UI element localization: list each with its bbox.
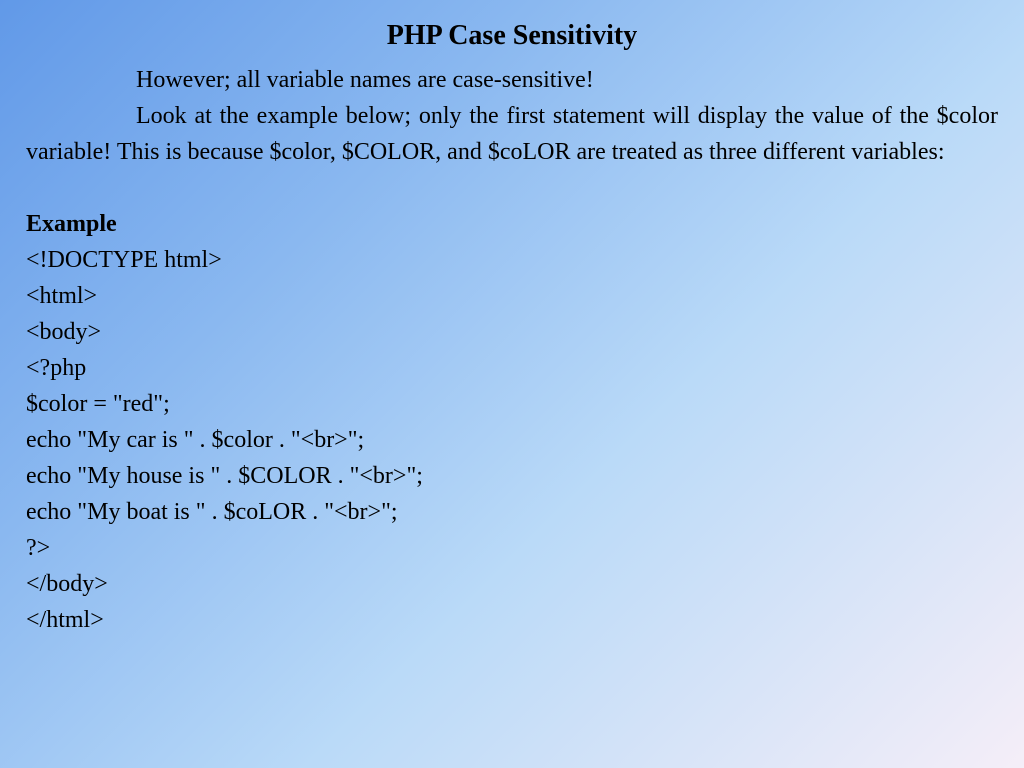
code-line-10: </body> [26,566,998,602]
code-line-4: <?php [26,350,998,386]
example-heading: Example [26,206,998,242]
code-line-2: <html> [26,278,998,314]
slide-title: PHP Case Sensitivity [26,20,998,52]
code-line-11: </html> [26,602,998,638]
code-line-6: echo "My car is " . $color . "<br>"; [26,422,998,458]
code-line-7: echo "My house is " . $COLOR . "<br>"; [26,458,998,494]
code-line-3: <body> [26,314,998,350]
code-line-5: $color = "red"; [26,386,998,422]
code-line-9: ?> [26,530,998,566]
para-line-1: However; all variable names are case-sen… [136,67,594,93]
para-line-2: Look at the example below; only the firs… [26,103,998,165]
intro-paragraph: However; all variable names are case-sen… [26,62,998,170]
code-line-8: echo "My boat is " . $coLOR . "<br>"; [26,494,998,530]
code-line-1: <!DOCTYPE html> [26,242,998,278]
